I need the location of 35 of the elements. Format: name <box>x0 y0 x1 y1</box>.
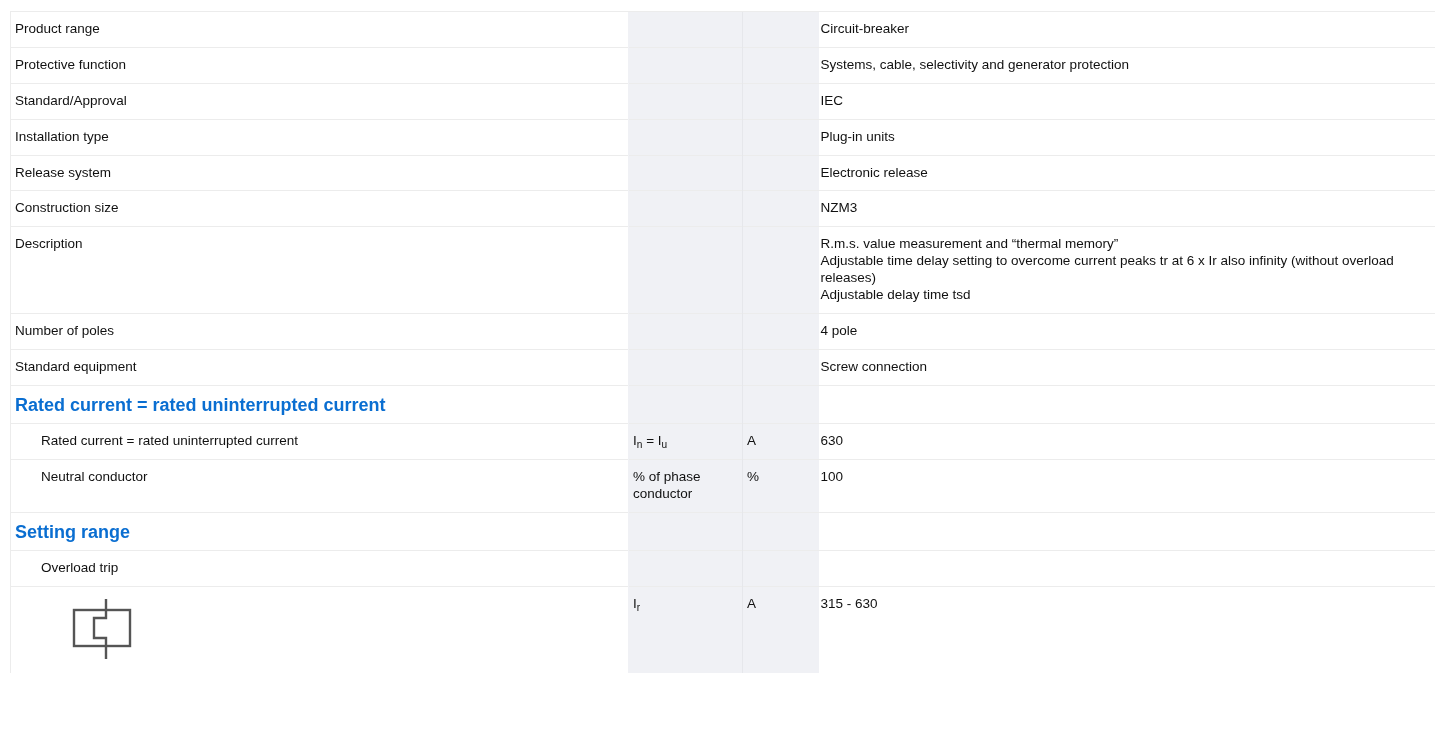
symbol-text: I$_{n}$ = I$_{u}$ <box>633 433 668 448</box>
property-value: Adjustable time delay setting to overcome current peaks tr at 6 x Ir also infinity (without overload releases) <box>820 253 1395 287</box>
property-value: Circuit-breaker <box>820 21 911 38</box>
symbol-text: I$_{r}$ <box>633 596 641 611</box>
property-label: Protective function <box>15 56 127 72</box>
property-value: 630 <box>820 433 845 450</box>
property-label: Rated current = rated uninterrupted current <box>40 433 299 450</box>
property-value: IEC <box>820 92 844 110</box>
property-value: R.m.s. value measurement and “thermal memory” <box>820 236 1120 254</box>
property-label: Number of poles <box>15 322 115 338</box>
property-label: Standard/Approval <box>15 92 127 108</box>
trip-symbol-icon <box>71 596 133 662</box>
property-value: Systems, cable, selectivity and generator protection <box>820 56 1130 74</box>
property-value: Adjustable delay time tsd <box>820 286 972 304</box>
property-value: 4 pole <box>820 322 859 340</box>
symbol-text: % of phase conductor <box>633 468 701 501</box>
section-heading: Rated current = rated uninterrupted current <box>15 394 386 415</box>
property-value: 100 <box>820 468 845 486</box>
property-label: Release system <box>15 164 112 180</box>
property-label: Neutral conductor <box>40 468 148 486</box>
property-label: Description <box>15 236 83 252</box>
unit-text: A <box>747 433 756 448</box>
property-value: NZM3 <box>820 200 859 218</box>
property-label: Standard equipment <box>15 358 137 374</box>
property-value: Plug-in units <box>820 128 896 146</box>
property-label: Overload trip <box>40 560 119 577</box>
unit-text: A <box>747 596 756 611</box>
section-heading: Setting range <box>15 521 130 542</box>
property-label: Installation type <box>15 128 109 144</box>
property-label: Construction size <box>15 200 119 216</box>
property-value: Screw connection <box>820 358 929 376</box>
unit-text: % <box>747 468 759 484</box>
property-value: 315 - 630 <box>820 596 879 613</box>
property-label: Product range <box>15 21 100 36</box>
property-value: Electronic release <box>820 164 929 182</box>
